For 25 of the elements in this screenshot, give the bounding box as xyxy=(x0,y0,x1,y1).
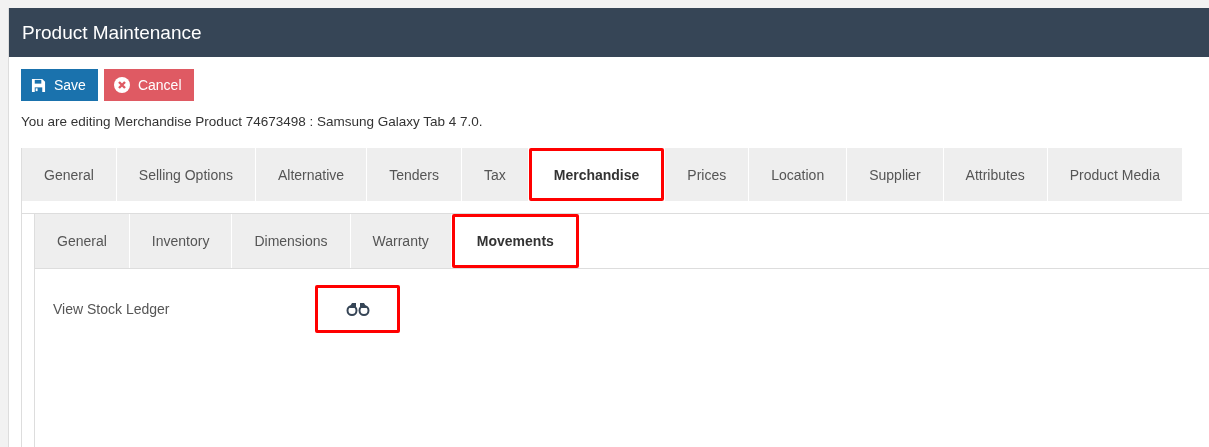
tab[interactable]: Attributes xyxy=(943,148,1047,201)
close-icon xyxy=(113,77,130,93)
tab[interactable]: General xyxy=(22,148,116,201)
save-button[interactable]: Save xyxy=(21,69,98,101)
tab[interactable]: General xyxy=(35,214,129,268)
tab[interactable]: Movements xyxy=(451,214,579,268)
tab[interactable]: Alternative xyxy=(256,148,367,201)
tab[interactable]: Merchandise xyxy=(528,148,665,201)
tab[interactable]: Warranty xyxy=(350,214,451,268)
view-button[interactable] xyxy=(315,285,400,333)
tab[interactable]: Tax xyxy=(461,148,528,201)
save-icon xyxy=(31,77,46,93)
field-label: View Stock Ledger xyxy=(53,301,171,317)
tab[interactable]: Product Media xyxy=(1047,148,1182,201)
info-text: You are editing Merchandise Product 74673498 : Samsung Galaxy Tab 4 7.0. xyxy=(21,114,484,129)
tab[interactable]: Prices xyxy=(665,148,749,201)
tab[interactable]: Dimensions xyxy=(232,214,350,268)
tab[interactable]: Tenders xyxy=(367,148,461,201)
cancel-button[interactable]: Cancel xyxy=(103,69,194,101)
tab[interactable]: Supplier xyxy=(847,148,943,201)
binoculars-icon xyxy=(345,302,370,316)
tab[interactable]: Selling Options xyxy=(116,148,255,201)
tab[interactable]: Inventory xyxy=(129,214,232,268)
window-title: Product Maintenance xyxy=(9,8,1209,57)
tab[interactable]: Location xyxy=(749,148,847,201)
